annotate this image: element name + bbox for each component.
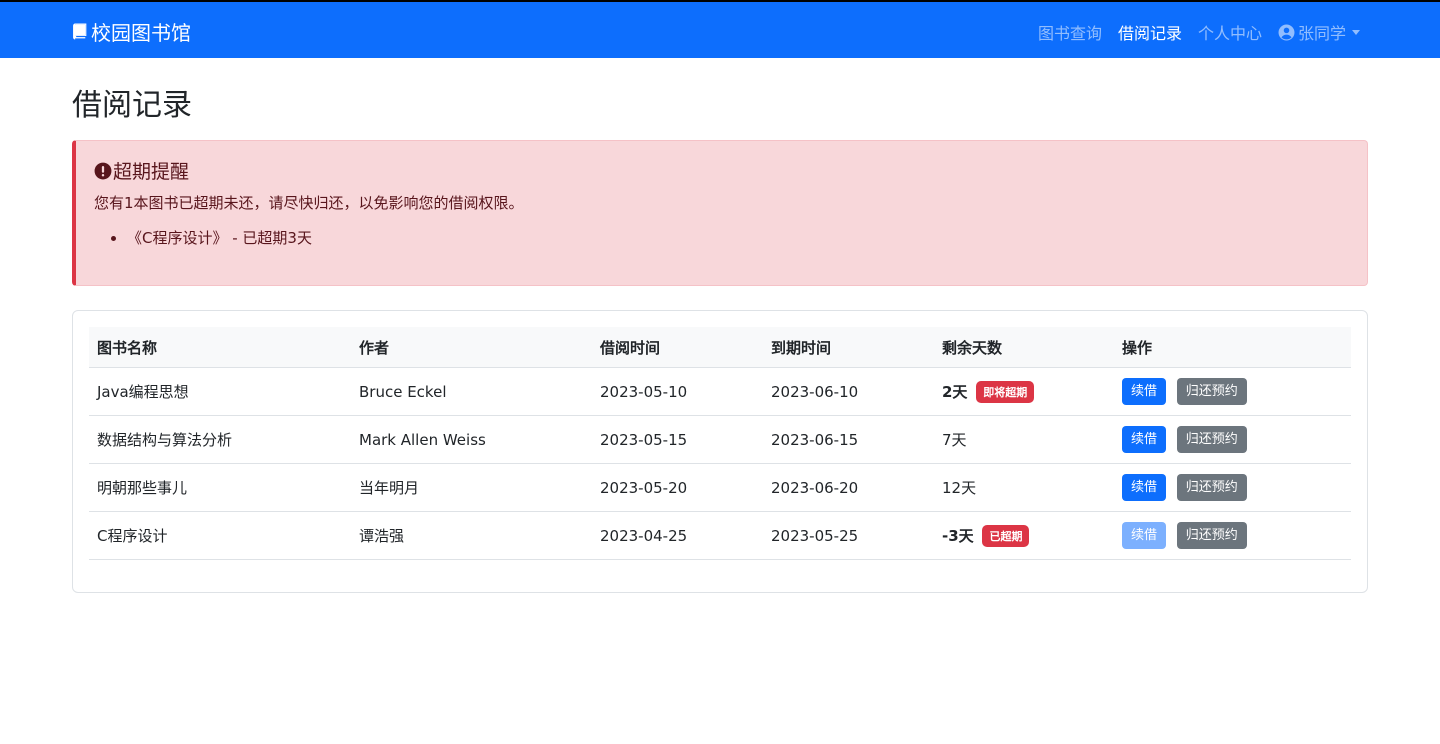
user-circle-icon: [1278, 24, 1295, 40]
header-book-title: 图书名称: [89, 327, 351, 368]
return-reserve-button[interactable]: 归还预约: [1176, 426, 1247, 453]
header-author: 作者: [351, 327, 592, 368]
cell-remaining-days: -3天 已超期: [934, 511, 1114, 560]
table-row: 明朝那些事儿 当年明月 2023-05-20 2023-06-20 12天 续借…: [89, 463, 1351, 512]
alert-list: 《C程序设计》 - 已超期3天: [94, 227, 1349, 248]
table-row: C程序设计 谭浩强 2023-04-25 2023-05-25 -3天 已超期 …: [89, 511, 1351, 560]
cell-actions: 续借 归还预约: [1114, 367, 1351, 416]
borrow-records-table: 图书名称 作者 借阅时间 到期时间 剩余天数 操作 Java编程思想 Bruce…: [89, 327, 1351, 560]
user-dropdown[interactable]: 张同学: [1278, 20, 1360, 44]
exclamation-circle-icon: [94, 162, 112, 179]
table-row: Java编程思想 Bruce Eckel 2023-05-10 2023-06-…: [89, 367, 1351, 416]
return-reserve-button[interactable]: 归还预约: [1176, 474, 1247, 501]
brand-title: 校园图书馆: [91, 21, 191, 45]
cell-borrow-date: 2023-05-15: [592, 415, 763, 464]
renew-button[interactable]: 续借: [1122, 378, 1167, 405]
chevron-down-icon: [1352, 29, 1360, 35]
cell-book-title: C程序设计: [89, 511, 351, 560]
cell-author: Mark Allen Weiss: [351, 415, 592, 464]
cell-due-date: 2023-05-25: [763, 511, 934, 560]
table-row: 数据结构与算法分析 Mark Allen Weiss 2023-05-15 20…: [89, 415, 1351, 464]
status-badge: 即将超期: [976, 380, 1035, 403]
status-badge: 已超期: [982, 524, 1030, 547]
return-reserve-button[interactable]: 归还预约: [1176, 378, 1247, 405]
remaining-days-value: 2天: [942, 382, 968, 401]
renew-button-disabled[interactable]: 续借: [1122, 522, 1167, 549]
cell-actions: 续借 归还预约: [1114, 511, 1351, 560]
remaining-days-value: -3天: [942, 526, 974, 545]
alert-heading-text: 超期提醒: [113, 161, 190, 183]
cell-actions: 续借 归还预约: [1114, 463, 1351, 512]
header-actions: 操作: [1114, 327, 1351, 368]
cell-due-date: 2023-06-10: [763, 367, 934, 416]
cell-author: 当年明月: [351, 463, 592, 512]
header-borrow-date: 借阅时间: [592, 327, 763, 368]
cell-book-title: 明朝那些事儿: [89, 463, 351, 512]
cell-borrow-date: 2023-05-20: [592, 463, 763, 512]
cell-due-date: 2023-06-20: [763, 463, 934, 512]
alert-heading: 超期提醒: [94, 157, 1349, 184]
borrow-records-card: 图书名称 作者 借阅时间 到期时间 剩余天数 操作 Java编程思想 Bruce…: [72, 310, 1368, 593]
cell-due-date: 2023-06-15: [763, 415, 934, 464]
remaining-days-value: 7天: [942, 431, 967, 449]
header-remaining-days: 剩余天数: [934, 327, 1114, 368]
renew-button[interactable]: 续借: [1122, 474, 1167, 501]
book-icon: [73, 23, 87, 40]
cell-remaining-days: 2天 即将超期: [934, 367, 1114, 416]
cell-author: 谭浩强: [351, 511, 592, 560]
overdue-alert: 超期提醒 您有1本图书已超期未还，请尽快归还，以免影响您的借阅权限。 《C程序设…: [72, 140, 1368, 286]
table-header-row: 图书名称 作者 借阅时间 到期时间 剩余天数 操作: [89, 327, 1351, 368]
return-reserve-button[interactable]: 归还预约: [1176, 522, 1247, 549]
page-title: 借阅记录: [72, 88, 192, 123]
header-due-date: 到期时间: [763, 327, 934, 368]
nav-link-borrow-records[interactable]: 借阅记录: [1118, 20, 1182, 44]
cell-remaining-days: 7天: [934, 415, 1114, 464]
alert-text: 您有1本图书已超期未还，请尽快归还，以免影响您的借阅权限。: [94, 194, 524, 212]
brand-link[interactable]: 校园图书馆: [72, 17, 191, 46]
cell-book-title: 数据结构与算法分析: [89, 415, 351, 464]
remaining-days-value: 12天: [942, 479, 977, 497]
nav-links: 图书查询 借阅记录 个人中心 张同学: [1022, 20, 1360, 44]
nav-link-book-search[interactable]: 图书查询: [1038, 20, 1102, 44]
cell-borrow-date: 2023-04-25: [592, 511, 763, 560]
nav-link-personal-center[interactable]: 个人中心: [1198, 20, 1262, 44]
alert-list-item: 《C程序设计》 - 已超期3天: [127, 227, 1349, 248]
cell-borrow-date: 2023-05-10: [592, 367, 763, 416]
cell-actions: 续借 归还预约: [1114, 415, 1351, 464]
navbar: 校园图书馆 图书查询 借阅记录 个人中心 张同学: [0, 0, 1440, 58]
cell-remaining-days: 12天: [934, 463, 1114, 512]
cell-author: Bruce Eckel: [351, 367, 592, 416]
user-name: 张同学: [1297, 24, 1346, 43]
renew-button[interactable]: 续借: [1122, 426, 1167, 453]
cell-book-title: Java编程思想: [89, 367, 351, 416]
